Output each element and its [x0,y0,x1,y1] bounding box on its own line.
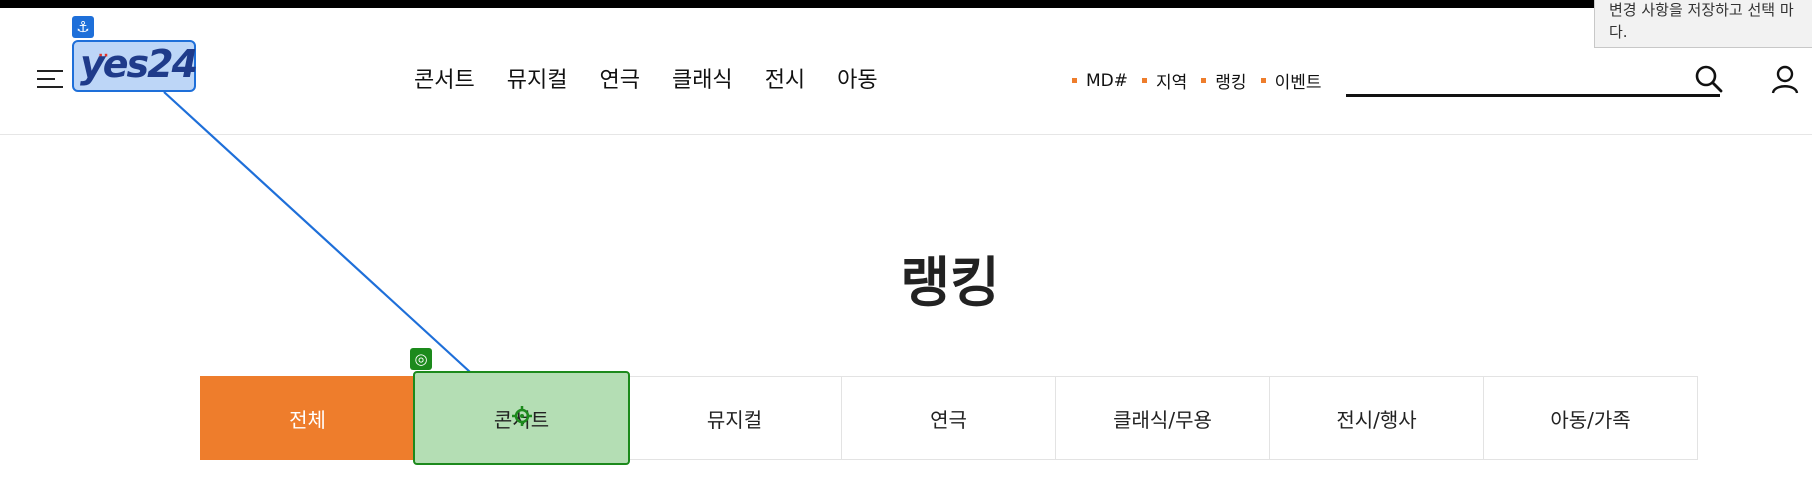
page-title: 랭킹 [900,251,1000,314]
user-icon[interactable] [1770,64,1800,94]
site-header: 콘서트 뮤지컬 연극 클래식 전시 아동 MD# 지역 랭킹 이벤트 [0,8,1812,135]
tab-musical[interactable]: 뮤지컬 [628,376,842,460]
tab-exhibition-event[interactable]: 전시/행사 [1270,376,1484,460]
search-icon[interactable] [1694,64,1724,94]
nav-item-classic[interactable]: 클래식 [672,62,733,94]
bullet-icon [1201,78,1207,83]
cursor-target-icon [512,406,532,426]
top-black-bar [0,0,1812,8]
ranking-tabs: 전체 콘서트 뮤지컬 연극 클래식/무용 전시/행사 아동/가족 [200,371,1698,465]
tooltip-message: 변경 사항을 저장하고 선택 마 다. [1594,0,1812,48]
tab-kids-family[interactable]: 아동/가족 [1484,376,1698,460]
nav-item-concert[interactable]: 콘서트 [414,62,475,94]
anchor-icon: ⚓ [72,16,94,38]
quick-link-event[interactable]: 이벤트 [1260,68,1322,93]
bullet-icon [1072,78,1077,83]
menu-icon[interactable] [37,67,67,91]
bullet-icon [1260,78,1266,83]
tab-all[interactable]: 전체 [200,376,415,460]
search-input[interactable] [1346,94,1720,97]
tab-play[interactable]: 연극 [842,376,1056,460]
target-icon: ◎ [410,348,432,370]
nav-item-kids[interactable]: 아동 [837,62,877,94]
tab-classic-dance[interactable]: 클래식/무용 [1056,376,1270,460]
main-nav: 콘서트 뮤지컬 연극 클래식 전시 아동 [414,62,878,94]
quick-link-ranking[interactable]: 랭킹 [1201,68,1247,93]
nav-item-play[interactable]: 연극 [599,62,639,94]
bullet-icon [1142,78,1148,83]
yes24-logo[interactable]: ·· yes24 [72,40,198,92]
nav-item-musical[interactable]: 뮤지컬 [507,62,568,94]
quick-link-md[interactable]: MD# [1072,68,1128,93]
nav-item-exhibition[interactable]: 전시 [765,62,805,94]
quick-links: MD# 지역 랭킹 이벤트 [1072,68,1322,93]
quick-link-region[interactable]: 지역 [1142,68,1187,93]
